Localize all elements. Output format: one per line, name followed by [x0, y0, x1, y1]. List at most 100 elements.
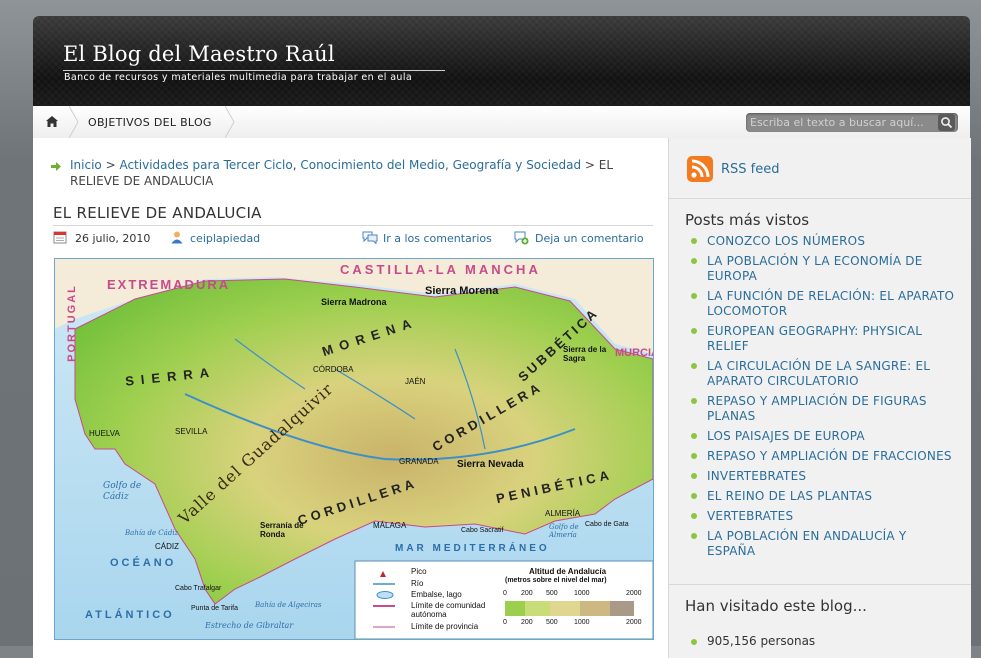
search-button[interactable] [938, 114, 955, 131]
add-comment-icon [514, 231, 529, 245]
legend-tick: 2000 [626, 619, 642, 626]
post-date: 26 julio, 2010 [75, 232, 151, 245]
map-label-murcia: MURCIA [615, 347, 653, 359]
bullet-icon [691, 363, 697, 369]
popular-post-link[interactable]: EUROPEAN GEOGRAPHY: PHYSICAL RELIEF [685, 324, 955, 354]
map-city-jaen: JAÉN [405, 377, 426, 386]
popular-post-link[interactable]: CONOZCO LOS NÚMEROS [685, 234, 955, 249]
author-icon [171, 231, 183, 244]
breadcrumb-home-link[interactable]: Inicio [70, 158, 102, 172]
bullet-icon [691, 238, 697, 244]
breadcrumb-category2-link[interactable]: Conocimiento del Medio, Geografía y Soci… [300, 158, 581, 172]
map-city-cadiz: CÁDIZ [155, 542, 179, 551]
main-navigation: OBJETIVOS DEL BLOG [33, 106, 970, 139]
bullet-icon [691, 639, 697, 645]
bullet-icon [691, 328, 697, 334]
map-city-almeria: ALMERÍA [545, 509, 581, 518]
comments-icon [362, 231, 378, 244]
popular-post-link[interactable]: LA POBLACIÓN Y LA ECONOMÍA DE EUROPA [685, 254, 955, 284]
popular-post-link[interactable]: REPASO Y AMPLIACIÓN DE FRACCIONES [685, 449, 955, 464]
andalucia-relief-map: CASTILLA-LA MANCHA EXTREMADURA PORTUGAL … [54, 258, 654, 640]
popular-post-link[interactable]: REPASO Y AMPLIACIÓN DE FIGURAS PLANAS [685, 394, 955, 424]
popular-post-link[interactable]: LA FUNCIÓN DE RELACIÓN: EL APARATO LOCOM… [685, 289, 955, 319]
map-label-estrecho: Estrecho de Gibraltar [205, 621, 294, 630]
popular-post-link[interactable]: EL REINO DE LAS PLANTAS [685, 489, 955, 504]
legend-item-reservoir: Embalse, lago [411, 590, 462, 599]
map-city-cordoba: CÓRDOBA [313, 365, 354, 374]
nav-separator [69, 106, 79, 138]
title-underline [63, 70, 445, 71]
map-label-sierra-sagra: Sierra de la Sagra [563, 345, 607, 363]
bullet-icon [691, 453, 697, 459]
legend-tick: 1000 [574, 590, 590, 597]
map-label-punta-tarifa: Punta de Tarifa [191, 605, 238, 612]
map-city-sevilla: SEVILLA [175, 427, 208, 436]
map-label-cabo-trafalgar: Cabo Trafalgar [175, 585, 222, 592]
map-city-malaga: MÁLAGA [373, 521, 407, 530]
popular-posts-list: CONOZCO LOS NÚMEROS LA POBLACIÓN Y LA EC… [685, 234, 955, 564]
legend-item-region-border: Límite de comunidad autónoma [411, 601, 486, 619]
legend-item-peak: Pico [411, 567, 427, 576]
popular-post-link[interactable]: VERTEBRATES [685, 509, 955, 524]
altitude-swatch [505, 601, 525, 616]
home-button[interactable] [33, 106, 69, 138]
legend-tick: 200 [521, 619, 533, 626]
legend-tick: 200 [521, 590, 533, 597]
title-divider [53, 225, 653, 226]
post-author-link[interactable]: ceiplapiedad [190, 232, 260, 245]
legend-tick: 500 [546, 590, 558, 597]
map-label-castilla: CASTILLA-LA MANCHA [340, 262, 541, 277]
page-wrapper: El Blog del Maestro Raúl Banco de recurs… [33, 16, 971, 658]
altitude-swatch [525, 601, 550, 616]
map-label-atlantico: ATLÁNTICO [85, 609, 175, 621]
nav-item-objetivos[interactable]: OBJETIVOS DEL BLOG [88, 116, 212, 129]
map-label-serrania-ronda: Serranía de Ronda [260, 521, 304, 539]
rss-icon [687, 156, 713, 182]
altitude-swatch [550, 601, 580, 616]
popular-post-link[interactable]: INVERTEBRATES [685, 469, 955, 484]
rss-feed-label[interactable]: RSS feed [721, 162, 780, 177]
bullet-icon [691, 398, 697, 404]
visitors-title: Han visitado este blog... [685, 597, 867, 615]
home-icon [46, 116, 58, 127]
legend-item-province-border: Límite de provincia [411, 622, 479, 631]
calendar-icon [53, 231, 67, 244]
legend-item-river: Río [411, 579, 424, 588]
post-title[interactable]: EL RELIEVE DE ANDALUCIA [53, 204, 262, 222]
legend-tick: 0 [503, 590, 507, 597]
altitude-swatch [610, 601, 634, 616]
map-city-huelva: HUELVA [89, 429, 120, 438]
bullet-icon [691, 493, 697, 499]
bullet-icon [691, 258, 697, 264]
site-header: El Blog del Maestro Raúl Banco de recurs… [33, 16, 970, 106]
breadcrumb-separator: > [101, 158, 120, 172]
go-to-comments-link[interactable]: Ir a los comentarios [383, 232, 492, 245]
map-label-sierra-madrona: Sierra Madrona [321, 297, 387, 307]
map-label-oceano: OCÉANO [110, 557, 177, 569]
map-label-cabo-sacratif: Cabo Sacratif [461, 527, 504, 534]
search-icon [941, 117, 953, 129]
leave-comment-link[interactable]: Deja un comentario [535, 232, 644, 245]
map-label-bahia-algeciras: Bahía de Algeciras [255, 601, 322, 609]
legend-tick: 500 [546, 619, 558, 626]
map-label-bahia-cadiz: Bahía de Cádiz [125, 529, 179, 537]
main-content: Inicio > Actividades para Tercer Ciclo, … [33, 138, 668, 658]
rss-feed-link[interactable] [687, 156, 713, 186]
popular-post-link[interactable]: LOS PAISAJES DE EUROPA [685, 429, 955, 444]
popular-post-link[interactable]: LA CIRCULACIÓN DE LA SANGRE: EL APARATO … [685, 359, 955, 389]
site-description: Banco de recursos y materiales multimedi… [64, 72, 413, 83]
legend-tick: 0 [503, 619, 507, 626]
map-label-golfo-almeria: Golfo de Almería [549, 523, 579, 539]
breadcrumb-arrow-icon [51, 162, 61, 171]
search-input[interactable] [750, 114, 930, 130]
reservoir-symbol [376, 591, 394, 599]
map-label-portugal: PORTUGAL [65, 284, 78, 362]
bullet-icon [691, 433, 697, 439]
popular-post-link[interactable]: LA POBLACIÓN EN ANDALUCÍA Y ESPAÑA [685, 529, 955, 559]
breadcrumb-separator: > [581, 158, 599, 172]
bullet-icon [691, 293, 697, 299]
map-label-sierra-nevada: Sierra Nevada [457, 459, 524, 470]
map-label-mediterraneo: MAR MEDITERRÁNEO [395, 543, 550, 554]
breadcrumb-category-link[interactable]: Actividades para Tercer Ciclo [119, 158, 292, 172]
site-title[interactable]: El Blog del Maestro Raúl [63, 42, 335, 66]
